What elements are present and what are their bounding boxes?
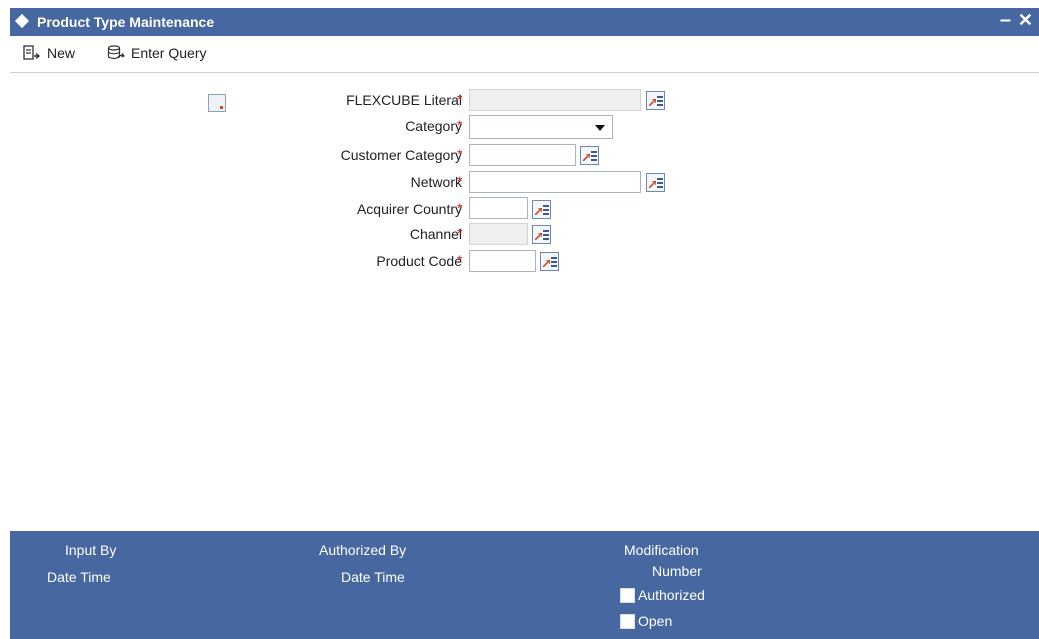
toolbar: New Enter Query	[10, 36, 1039, 73]
diamond-icon	[14, 13, 30, 29]
close-button[interactable]: ✕	[1018, 10, 1033, 31]
product-code-label: Product Code	[376, 253, 462, 269]
acquirer-country-lov-button[interactable]	[532, 200, 551, 219]
customer-category-label: Customer Category	[340, 147, 462, 163]
lov-list-icon	[657, 96, 663, 106]
product-code-lov-button[interactable]	[540, 252, 559, 271]
lov-arrow-icon	[583, 154, 590, 161]
category-label: Category	[405, 118, 462, 134]
lov-list-icon	[551, 257, 557, 267]
customer-category-field[interactable]	[469, 144, 576, 166]
lov-arrow-icon	[649, 181, 656, 188]
required-marker: *	[457, 225, 463, 241]
channel-lov-button[interactable]	[532, 225, 551, 244]
lov-list-icon	[591, 151, 597, 161]
channel-label: Channel	[409, 226, 462, 242]
flexcube-literal-field[interactable]	[469, 89, 641, 111]
authorized-label: Authorized	[638, 587, 705, 603]
window-titlebar: Product Type Maintenance – ✕	[10, 8, 1039, 36]
date-time-label: Date Time	[341, 569, 405, 585]
lov-list-icon	[543, 230, 549, 240]
database-query-icon	[107, 45, 125, 61]
required-marker: *	[457, 146, 463, 162]
chevron-down-icon	[595, 125, 605, 131]
acquirer-country-field[interactable]	[469, 197, 528, 219]
channel-field[interactable]	[469, 223, 528, 245]
enter-query-button[interactable]: Enter Query	[107, 45, 206, 61]
flexcube-literal-label: FLEXCUBE Literal	[346, 92, 462, 108]
network-field[interactable]	[469, 171, 641, 193]
open-checkbox[interactable]	[620, 614, 635, 629]
open-label: Open	[638, 613, 673, 629]
main-form: FLEXCUBE Literal * Category * Customer C…	[10, 73, 1039, 531]
required-marker: *	[457, 117, 463, 133]
flexcube-literal-lov-button[interactable]	[646, 91, 665, 110]
customer-category-lov-button[interactable]	[580, 146, 599, 165]
new-document-icon	[23, 45, 41, 61]
new-button[interactable]: New	[23, 45, 75, 61]
lov-arrow-icon	[649, 99, 656, 106]
lov-arrow-icon	[535, 208, 542, 215]
required-marker: *	[457, 173, 463, 189]
minimize-button[interactable]: –	[1000, 9, 1011, 32]
required-marker: *	[457, 200, 463, 216]
authorized-checkbox[interactable]	[620, 588, 635, 603]
product-code-field[interactable]	[469, 250, 536, 272]
date-time-label: Date Time	[47, 569, 111, 585]
authorized-by-label: Authorized By	[319, 542, 407, 558]
required-marker: *	[457, 91, 463, 107]
required-marker: *	[457, 252, 463, 268]
lov-list-icon	[543, 205, 549, 215]
lov-list-icon	[657, 178, 663, 188]
network-label: Network	[410, 174, 462, 190]
lov-arrow-icon	[535, 233, 542, 240]
category-select[interactable]	[469, 115, 613, 139]
modification-label: Modification	[624, 542, 699, 558]
modification-number-label: Number	[652, 563, 702, 579]
window-title: Product Type Maintenance	[37, 14, 215, 30]
input-by-label: Input By	[65, 542, 117, 558]
network-lov-button[interactable]	[646, 173, 665, 192]
lov-arrow-icon	[543, 260, 550, 267]
record-info-icon[interactable]	[208, 94, 226, 112]
audit-footer: Input By Date Time Authorized By Date Ti…	[10, 531, 1039, 639]
acquirer-country-label: Acquirer Country	[356, 201, 462, 217]
enter-query-label: Enter Query	[131, 45, 207, 61]
new-button-label: New	[47, 45, 76, 61]
